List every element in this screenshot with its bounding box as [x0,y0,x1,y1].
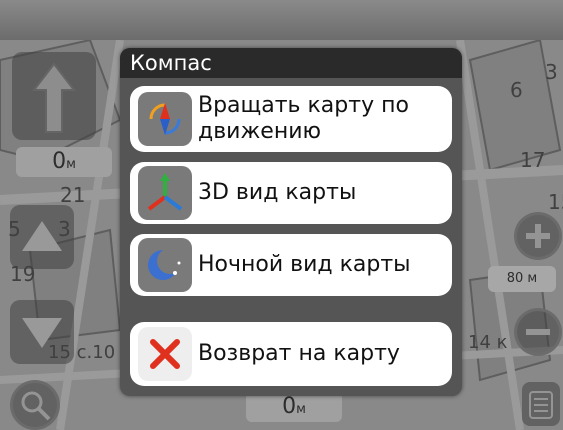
compass-dialog: Компас Вращать карту по движению 3D вид … [120,48,462,396]
rotate-map-label: Вращать карту по движению [198,93,409,144]
view-3d-button[interactable]: 3D вид карты [130,162,452,224]
view-3d-label: 3D вид карты [198,180,357,205]
3d-axes-icon [138,166,192,220]
rotate-compass-icon [138,92,192,146]
close-x-icon [138,327,192,381]
night-view-label: Ночной вид карты [198,252,411,277]
return-to-map-button[interactable]: Возврат на карту [130,322,452,386]
moon-icon [138,238,192,292]
return-to-map-label: Возврат на карту [198,341,400,366]
night-view-button[interactable]: Ночной вид карты [130,234,452,296]
dialog-title: Компас [120,48,462,78]
rotate-map-button[interactable]: Вращать карту по движению [130,86,452,152]
top-bar [0,0,563,40]
